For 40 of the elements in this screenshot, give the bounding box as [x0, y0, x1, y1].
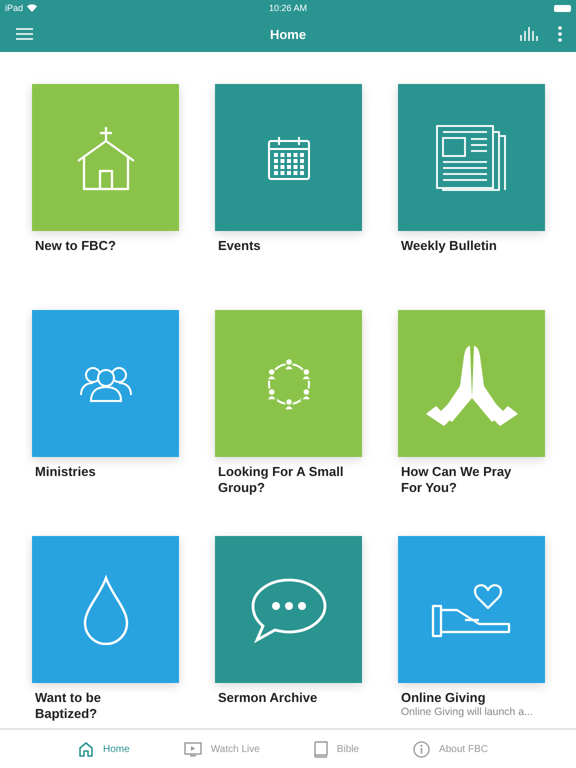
page-title: Home	[270, 26, 306, 42]
newspaper-icon	[434, 124, 508, 192]
tile-title: Sermon Archive	[218, 690, 318, 706]
tab[interactable]: Home	[78, 741, 130, 757]
equalizer-button[interactable]	[520, 27, 538, 41]
device-name: iPad	[5, 3, 24, 13]
tile[interactable]	[215, 84, 362, 231]
tile-title: Looking For A Small Group?	[218, 464, 344, 496]
book-icon	[314, 740, 328, 758]
tile[interactable]	[398, 536, 545, 683]
tile-title: How Can We Pray For You?	[401, 464, 512, 496]
clock: 10:26 AM	[268, 3, 308, 13]
tile[interactable]	[32, 310, 179, 457]
tile[interactable]	[398, 84, 545, 231]
tile-title: New to FBC?	[35, 238, 117, 254]
tile-title: Online Giving	[401, 690, 487, 706]
tile-subtitle: Online Giving will launch a...	[401, 706, 534, 718]
people-icon	[78, 364, 132, 402]
tv-icon	[184, 742, 202, 756]
tile[interactable]	[215, 536, 362, 683]
tile[interactable]	[32, 84, 179, 231]
wifi-icon	[27, 4, 38, 12]
tile-title: Ministries	[35, 464, 97, 480]
home-icon	[78, 741, 94, 757]
tile-title: Events	[218, 238, 262, 254]
tile[interactable]	[32, 536, 179, 683]
tile-title: Want to be Baptized?	[35, 690, 102, 722]
water-drop-icon	[82, 574, 130, 644]
battery-icon	[554, 4, 571, 12]
tile-title: Weekly Bulletin	[401, 238, 498, 254]
tab[interactable]: About FBC	[413, 740, 488, 758]
menu-button[interactable]	[16, 28, 33, 40]
tile[interactable]	[398, 310, 545, 457]
speech-bubble-icon	[248, 576, 328, 644]
calendar-icon	[266, 134, 310, 180]
tile[interactable]	[215, 310, 362, 457]
more-button[interactable]	[558, 26, 562, 42]
tab[interactable]: Watch Live	[184, 742, 260, 756]
tab[interactable]: Bible	[314, 740, 360, 758]
info-icon	[413, 740, 430, 758]
